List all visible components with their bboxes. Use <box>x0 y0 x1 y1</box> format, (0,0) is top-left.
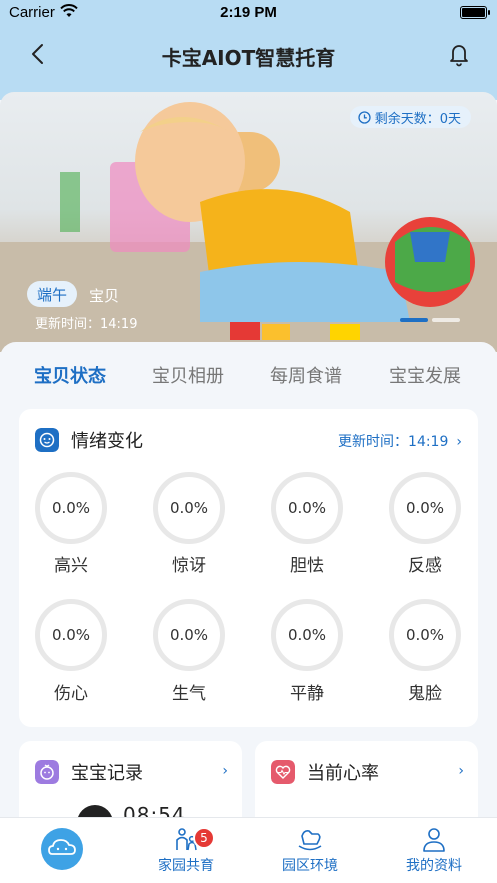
heart-rate-icon <box>271 760 295 784</box>
tab-baby-development[interactable]: 宝宝发展 <box>389 362 461 388</box>
cloud-baby-icon <box>48 839 76 855</box>
remaining-days-badge: 剩余天数：0天 <box>349 106 471 128</box>
tab-campus-environment[interactable]: 园区环境 <box>248 818 372 883</box>
emotion-ring-sad: 0.0% <box>35 599 107 671</box>
emotion-label-grimace: 鬼脸 <box>408 684 442 704</box>
tab-my-profile-label: 我的资料 <box>406 858 462 874</box>
emotion-ring-grimace: 0.0% <box>389 599 461 671</box>
status-bar: Carrier 2:19 PM <box>0 0 497 26</box>
emotion-ring-angry: 0.0% <box>153 599 225 671</box>
content-sheet: 宝贝状态 宝贝相册 每周食谱 宝宝发展 情绪变化 更新时间：14:19 › 0.0… <box>0 342 497 831</box>
emotion-label-sad: 伤心 <box>54 684 88 704</box>
clock-icon <box>358 110 371 124</box>
emotion-card: 情绪变化 更新时间：14:19 › 0.0% 高兴 0.0% 惊讶 0.0% 胆怯… <box>19 409 478 727</box>
tab-campus-environment-label: 园区环境 <box>282 858 338 874</box>
child-role-label: 宝贝 <box>89 287 120 305</box>
emotion-update-time: 更新时间：14:19 <box>338 434 449 450</box>
emotion-label-surprised: 惊讶 <box>172 556 206 576</box>
carousel-indicator <box>400 318 460 322</box>
segment-tabs: 宝贝状态 宝贝相册 每周食谱 宝宝发展 <box>0 342 497 402</box>
notification-badge: 5 <box>193 827 215 849</box>
page-title: 卡宝AIOT智慧托育 <box>161 46 336 70</box>
child-name-tag[interactable]: 端午 <box>27 281 78 307</box>
tab-home-school[interactable]: 家园共育 <box>124 818 248 883</box>
emotion-label-calm: 平静 <box>290 684 324 704</box>
tab-baby-status[interactable]: 宝贝状态 <box>34 362 106 388</box>
nav-bar: 卡宝AIOT智慧托育 <box>0 30 497 78</box>
emotion-ring-calm: 0.0% <box>271 599 343 671</box>
tab-home-school-label: 家园共育 <box>158 858 214 874</box>
record-card-title: 宝宝记录 <box>71 763 143 784</box>
emotion-label-happy: 高兴 <box>54 556 88 576</box>
chevron-right-icon: › <box>222 763 228 779</box>
emotion-label-angry: 生气 <box>172 684 206 704</box>
user-icon <box>423 828 445 852</box>
emotion-ring-disgust: 0.0% <box>389 472 461 544</box>
bell-icon[interactable] <box>445 40 473 68</box>
tab-baby-album[interactable]: 宝贝相册 <box>152 362 224 388</box>
tab-my-profile[interactable]: 我的资料 <box>372 818 496 883</box>
tab-weekly-menu[interactable]: 每周食谱 <box>270 362 342 388</box>
chevron-right-icon: › <box>458 763 464 779</box>
rocking-horse-icon <box>298 830 322 851</box>
emotion-ring-timid: 0.0% <box>271 472 343 544</box>
face-icon <box>35 428 59 452</box>
clock-time: 2:19 PM <box>220 4 277 21</box>
chevron-right-icon: › <box>456 434 462 450</box>
emotion-label-disgust: 反感 <box>408 556 442 576</box>
emotion-card-title: 情绪变化 <box>71 431 143 452</box>
emotion-update-link[interactable]: 更新时间：14:19 › <box>338 431 462 451</box>
home-button[interactable] <box>41 828 83 870</box>
remaining-days-text: 剩余天数：0天 <box>374 111 461 127</box>
carousel-dot <box>432 318 460 322</box>
baby-face-icon <box>35 760 59 784</box>
carousel-dot-active <box>400 318 428 322</box>
hero-update-time: 更新时间：14:19 <box>35 317 138 332</box>
battery-icon <box>460 6 490 19</box>
emotion-label-timid: 胆怯 <box>290 556 324 576</box>
emotion-ring-happy: 0.0% <box>35 472 107 544</box>
heart-card-title: 当前心率 <box>307 763 379 784</box>
emotion-ring-surprised: 0.0% <box>153 472 225 544</box>
